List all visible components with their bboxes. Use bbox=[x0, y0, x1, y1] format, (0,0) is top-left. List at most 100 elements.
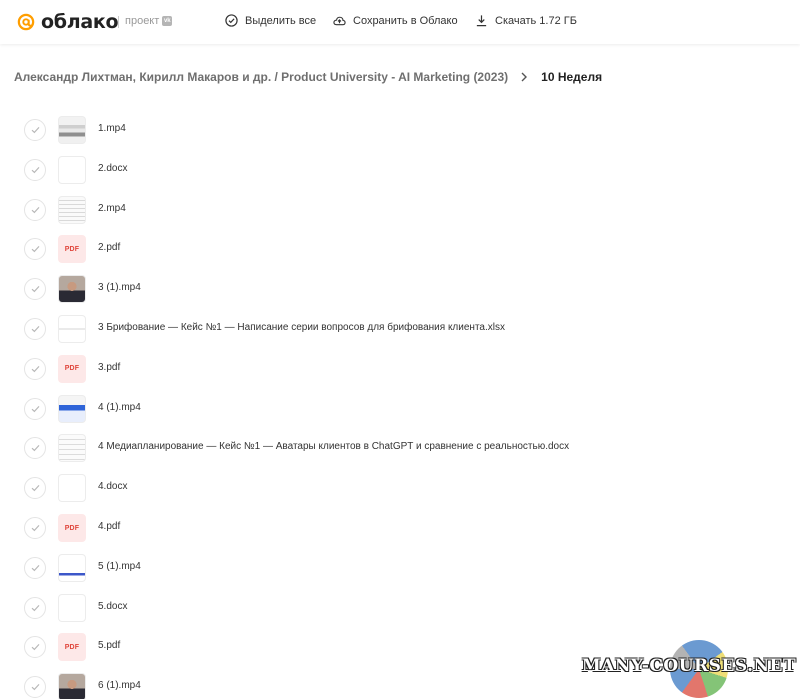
file-name[interactable]: 4 Медиапланирование — Кейс №1 — Аватары … bbox=[98, 441, 569, 452]
check-icon bbox=[31, 564, 39, 572]
file-row[interactable]: 4 Медиапланирование — Кейс №1 — Аватары … bbox=[0, 428, 800, 468]
download-all-button[interactable]: Скачать 1.72 ГБ bbox=[475, 14, 577, 27]
file-row[interactable]: PDF 4.pdf bbox=[0, 508, 800, 548]
file-name[interactable]: 5.docx bbox=[98, 601, 127, 612]
breadcrumb: Александр Лихтман, Кирилл Макаров и др. … bbox=[14, 70, 602, 84]
file-thumbnail[interactable] bbox=[58, 275, 86, 304]
file-thumbnail[interactable] bbox=[58, 195, 86, 224]
file-name[interactable]: 4 (1).mp4 bbox=[98, 402, 141, 413]
file-row[interactable]: 4 (1).mp4 bbox=[0, 389, 800, 429]
file-select-checkbox[interactable] bbox=[24, 676, 46, 699]
logo-word: облако bbox=[41, 11, 119, 33]
file-thumbnail[interactable] bbox=[58, 394, 86, 423]
check-icon bbox=[31, 684, 39, 691]
file-thumbnail[interactable] bbox=[58, 116, 86, 144]
file-thumbnail[interactable] bbox=[58, 553, 86, 582]
file-row[interactable]: 2.mp4 bbox=[0, 190, 800, 230]
file-thumbnail[interactable] bbox=[58, 434, 86, 463]
file-row[interactable]: 1.mp4 bbox=[0, 110, 800, 150]
file-select-checkbox[interactable] bbox=[24, 636, 46, 659]
watermark: MANY-COURSES.NET bbox=[578, 640, 800, 699]
at-symbol-icon bbox=[17, 13, 35, 31]
top-header: облако проект vk Выделить все Сохранить … bbox=[0, 0, 800, 44]
file-name[interactable]: 5.pdf bbox=[98, 640, 120, 651]
check-icon bbox=[31, 246, 39, 253]
project-label: проект vk bbox=[125, 15, 173, 27]
file-name[interactable]: 1.mp4 bbox=[98, 123, 126, 134]
file-select-checkbox[interactable] bbox=[24, 397, 46, 420]
breadcrumb-path-link[interactable]: Александр Лихтман, Кирилл Макаров и др. … bbox=[14, 70, 508, 84]
file-select-checkbox[interactable] bbox=[24, 198, 46, 221]
file-select-checkbox[interactable] bbox=[24, 158, 46, 181]
file-thumbnail[interactable] bbox=[58, 673, 86, 699]
file-name[interactable]: 2.mp4 bbox=[98, 203, 126, 214]
pdf-file-icon[interactable]: PDF bbox=[58, 514, 86, 542]
pdf-file-icon[interactable]: PDF bbox=[58, 354, 86, 383]
file-name[interactable]: 4.docx bbox=[98, 481, 127, 492]
check-icon bbox=[31, 405, 39, 412]
file-select-checkbox[interactable] bbox=[24, 556, 46, 579]
file-row[interactable]: 5.docx bbox=[0, 588, 800, 628]
check-icon bbox=[31, 206, 39, 213]
save-to-cloud-button[interactable]: Сохранить в Облако bbox=[333, 14, 458, 27]
file-select-checkbox[interactable] bbox=[24, 357, 46, 380]
download-icon bbox=[476, 15, 487, 27]
file-row[interactable]: 2.docx bbox=[0, 150, 800, 190]
project-text: проект bbox=[125, 15, 160, 27]
select-all-button[interactable]: Выделить все bbox=[225, 14, 316, 27]
file-name[interactable]: 3.pdf bbox=[98, 362, 120, 373]
logo-divider bbox=[118, 16, 119, 28]
file-select-checkbox[interactable] bbox=[24, 596, 46, 619]
pdf-badge-label: PDF bbox=[64, 245, 80, 253]
chevron-right-icon bbox=[521, 72, 528, 82]
file-select-checkbox[interactable] bbox=[24, 318, 46, 340]
pdf-badge-label: PDF bbox=[64, 524, 80, 532]
oblako-logo[interactable]: облако bbox=[14, 10, 119, 34]
file-select-checkbox[interactable] bbox=[24, 477, 46, 500]
file-name[interactable]: 2.docx bbox=[98, 163, 127, 174]
file-select-checkbox[interactable] bbox=[24, 238, 46, 261]
check-icon bbox=[31, 604, 39, 611]
watermark-text: MANY-COURSES.NET bbox=[581, 656, 797, 676]
file-name[interactable]: 2.pdf bbox=[98, 242, 120, 253]
file-thumbnail[interactable] bbox=[58, 593, 86, 622]
file-row[interactable]: PDF 3.pdf bbox=[0, 349, 800, 389]
select-all-label: Выделить все bbox=[245, 14, 317, 27]
file-row[interactable]: PDF 2.pdf bbox=[0, 229, 800, 269]
file-name[interactable]: 3 Брифование — Кейс №1 — Написание серии… bbox=[98, 322, 505, 333]
check-icon bbox=[31, 524, 39, 532]
check-icon bbox=[31, 445, 39, 452]
file-select-checkbox[interactable] bbox=[24, 517, 46, 539]
check-icon bbox=[31, 644, 39, 651]
file-row[interactable]: 3 (1).mp4 bbox=[0, 269, 800, 309]
file-name[interactable]: 3 (1).mp4 bbox=[98, 282, 141, 293]
pdf-file-icon[interactable]: PDF bbox=[58, 235, 86, 264]
file-select-checkbox[interactable] bbox=[24, 278, 46, 301]
at-logo-icon bbox=[14, 10, 38, 34]
check-icon bbox=[31, 166, 39, 174]
check-circle-icon bbox=[225, 14, 238, 27]
check-icon bbox=[31, 485, 39, 492]
pdf-file-icon[interactable]: PDF bbox=[58, 633, 86, 662]
file-row[interactable]: 5 (1).mp4 bbox=[0, 548, 800, 588]
file-thumbnail[interactable] bbox=[58, 315, 86, 343]
file-thumbnail[interactable] bbox=[58, 155, 86, 184]
check-icon bbox=[31, 365, 39, 373]
save-to-cloud-label: Сохранить в Облако bbox=[353, 14, 458, 27]
file-name[interactable]: 6 (1).mp4 bbox=[98, 680, 141, 691]
file-row[interactable]: 3 Брифование — Кейс №1 — Написание серии… bbox=[0, 309, 800, 349]
vk-badge-icon: vk bbox=[162, 16, 173, 26]
download-all-label: Скачать 1.72 ГБ bbox=[495, 14, 577, 27]
file-thumbnail[interactable] bbox=[58, 474, 86, 503]
check-icon bbox=[31, 126, 39, 134]
breadcrumb-current-folder: 10 Неделя bbox=[541, 70, 603, 84]
check-icon bbox=[31, 286, 39, 293]
file-name[interactable]: 5 (1).mp4 bbox=[98, 561, 141, 572]
file-row[interactable]: 4.docx bbox=[0, 468, 800, 508]
file-name[interactable]: 4.pdf bbox=[98, 521, 120, 532]
pdf-badge-label: PDF bbox=[64, 365, 80, 373]
pdf-badge-label: PDF bbox=[64, 643, 80, 651]
file-select-checkbox[interactable] bbox=[24, 119, 46, 141]
check-icon bbox=[31, 325, 39, 333]
file-select-checkbox[interactable] bbox=[24, 437, 46, 460]
